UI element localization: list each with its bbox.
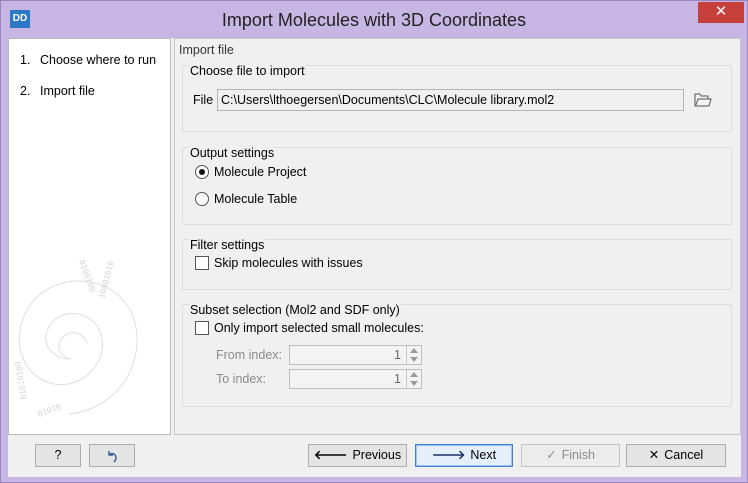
group-title: Choose file to import <box>189 64 306 78</box>
spiral-decoration-icon: 0100100 10001010 01010100 01010 <box>13 259 138 419</box>
reset-arrow-icon <box>108 451 117 463</box>
next-button[interactable]: 🡒 Next <box>415 444 513 467</box>
checkmark-icon: ✓ <box>546 448 557 462</box>
finish-button[interactable]: ✓ Finish <box>521 444 620 467</box>
finish-label: Finish <box>561 448 595 462</box>
previous-button[interactable]: 🡐 Previous <box>308 444 407 467</box>
molecule-project-label[interactable]: Molecule Project <box>214 165 306 179</box>
svg-text:01010100: 01010100 <box>13 361 29 401</box>
only-import-selected-label[interactable]: Only import selected small molecules: <box>214 321 424 335</box>
subset-selection-group: Subset selection (Mol2 and SDF only) Onl… <box>182 303 732 407</box>
from-index-value: 1 <box>394 348 401 362</box>
filter-settings-group: Filter settings Skip molecules with issu… <box>182 238 732 290</box>
svg-text:10001010: 10001010 <box>97 260 116 300</box>
cancel-x-icon: ✕ <box>648 448 660 462</box>
increment-arrow-icon[interactable] <box>410 372 418 377</box>
folder-browse-icon[interactable] <box>694 93 712 107</box>
increment-arrow-icon[interactable] <box>410 348 418 353</box>
step-choose-where-to-run: 1. Choose where to run <box>20 53 156 67</box>
skip-molecules-checkbox[interactable] <box>195 256 209 270</box>
choose-file-group: Choose file to import File C:\Users\ltho… <box>182 64 732 132</box>
skip-molecules-label[interactable]: Skip molecules with issues <box>214 256 363 270</box>
step-number: 1. <box>20 53 31 67</box>
section-title: Import file <box>179 43 234 57</box>
arrow-right-icon: 🡒 <box>431 448 466 462</box>
arrow-left-icon: 🡐 <box>313 448 348 462</box>
cancel-button[interactable]: ✕ Cancel <box>626 444 726 467</box>
step-import-file: 2. Import file <box>20 84 95 98</box>
group-title: Output settings <box>189 146 276 160</box>
output-settings-group: Output settings Molecule Project Molecul… <box>182 146 732 225</box>
file-label: File <box>193 93 214 107</box>
to-index-label: To index: <box>216 372 267 386</box>
to-index-arrows[interactable] <box>406 370 421 388</box>
svg-text:0100100: 0100100 <box>77 259 97 294</box>
dialog-window: DD Import Molecules with 3D Coordinates … <box>0 0 748 483</box>
decrement-arrow-icon[interactable] <box>410 381 418 386</box>
molecule-table-radio[interactable] <box>195 192 209 206</box>
window-title: Import Molecules with 3D Coordinates <box>221 10 527 30</box>
group-title: Filter settings <box>189 238 266 252</box>
close-button[interactable]: ✕ <box>698 2 744 23</box>
molecule-project-radio[interactable] <box>195 165 209 179</box>
to-index-value: 1 <box>394 372 401 386</box>
group-title: Subset selection (Mol2 and SDF only) <box>189 303 401 317</box>
reset-button[interactable] <box>89 444 135 467</box>
from-index-label: From index: <box>216 348 282 362</box>
import-options-panel: Import file Choose file to import File C… <box>174 38 741 435</box>
file-path-input[interactable]: C:\Users\lthoegersen\Documents\CLC\Molec… <box>217 89 684 111</box>
svg-text:01010: 01010 <box>37 402 63 419</box>
help-button[interactable]: ? <box>35 444 81 467</box>
only-import-selected-checkbox[interactable] <box>195 321 209 335</box>
to-index-stepper[interactable]: 1 <box>289 369 422 389</box>
from-index-stepper[interactable]: 1 <box>289 345 422 365</box>
step-label: Import file <box>40 84 95 98</box>
decrement-arrow-icon[interactable] <box>410 357 418 362</box>
title-bar[interactable]: DD Import Molecules with 3D Coordinates … <box>1 1 747 37</box>
next-label: Next <box>470 448 497 462</box>
molecule-table-label[interactable]: Molecule Table <box>214 192 297 206</box>
step-label: Choose where to run <box>40 53 157 67</box>
from-index-arrows[interactable] <box>406 346 421 364</box>
previous-label: Previous <box>352 448 402 462</box>
step-number: 2. <box>20 84 31 98</box>
cancel-label: Cancel <box>664 448 704 462</box>
dialog-client: 1. Choose where to run 2. Import file 0100… <box>8 38 741 477</box>
wizard-steps-panel: 1. Choose where to run 2. Import file 0100… <box>8 38 171 435</box>
